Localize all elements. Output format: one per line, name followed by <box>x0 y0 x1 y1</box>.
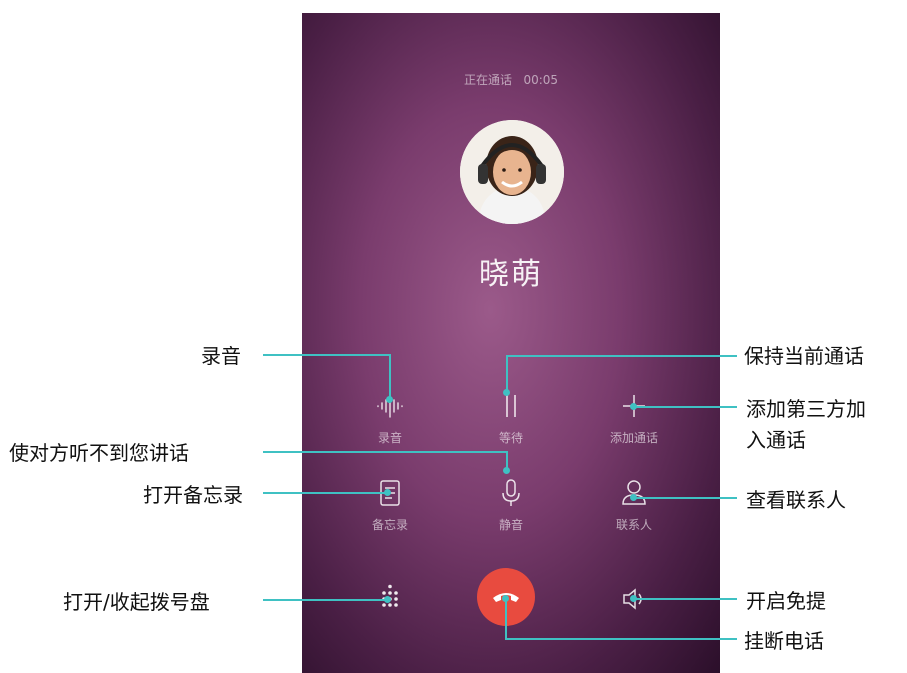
callout-add-call-line1: 添加第三方加 <box>746 397 866 421</box>
callout-dot-mute <box>503 467 510 474</box>
callout-line-end-v <box>505 598 507 640</box>
dialpad-button[interactable] <box>345 584 435 622</box>
add-call-label: 添加通话 <box>609 431 658 445</box>
speaker-button[interactable] <box>589 584 679 622</box>
callout-line-hold-v <box>506 355 508 393</box>
record-label: 录音 <box>377 431 402 445</box>
callout-hold: 保持当前通话 <box>744 344 864 368</box>
callout-mute: 使对方听不到您讲话 <box>9 441 189 465</box>
callout-line-record-v <box>389 354 391 400</box>
callout-line-speaker <box>633 598 737 600</box>
contact-avatar <box>460 120 564 224</box>
memo-button[interactable]: 备忘录 <box>345 478 435 533</box>
callout-dot-hold <box>503 389 510 396</box>
call-status: 正在通话 00:05 <box>302 71 720 88</box>
callout-line-end <box>505 638 737 640</box>
callout-line-add <box>633 406 737 408</box>
callout-dot-record <box>386 396 393 403</box>
callout-dot-speaker <box>630 595 637 602</box>
contacts-button[interactable]: 联系人 <box>589 478 679 533</box>
callout-line-contacts <box>633 497 737 499</box>
callout-memo: 打开备忘录 <box>143 483 243 507</box>
callout-line-hold <box>507 355 737 357</box>
callout-dot-add <box>630 403 637 410</box>
contact-name: 晓萌 <box>479 257 543 292</box>
callout-dot-dialpad <box>384 596 391 603</box>
person-icon <box>589 478 679 508</box>
callout-line-memo <box>263 492 387 494</box>
callout-add-call-line2: 入通话 <box>746 428 806 452</box>
callout-line-mute <box>263 451 507 453</box>
hold-button[interactable]: 等待 <box>466 391 556 446</box>
add-call-button[interactable]: 添加通话 <box>589 391 679 446</box>
callout-dot-contacts <box>630 494 637 501</box>
mute-button[interactable]: 静音 <box>466 478 556 533</box>
callout-dot-end <box>502 595 509 602</box>
mute-label: 静音 <box>498 518 523 532</box>
callout-line-record <box>263 354 390 356</box>
microphone-icon <box>466 478 556 508</box>
contacts-label: 联系人 <box>615 518 652 532</box>
callout-line-dialpad <box>263 599 387 601</box>
callout-dialpad: 打开/收起拨号盘 <box>63 590 210 614</box>
callout-end-call: 挂断电话 <box>744 629 824 653</box>
memo-label: 备忘录 <box>371 518 408 532</box>
call-status-text: 正在通话 <box>463 73 512 87</box>
call-timer: 00:05 <box>523 73 559 87</box>
call-screen: 正在通话 00:05 晓萌 录音 等待 添加通话 备忘录 静音 联系人 <box>302 13 720 673</box>
hold-label: 等待 <box>498 431 523 445</box>
pause-icon <box>466 391 556 421</box>
callout-record: 录音 <box>201 344 241 368</box>
callout-dot-memo <box>384 489 391 496</box>
callout-speaker: 开启免提 <box>746 589 826 613</box>
callout-contacts: 查看联系人 <box>746 488 846 512</box>
